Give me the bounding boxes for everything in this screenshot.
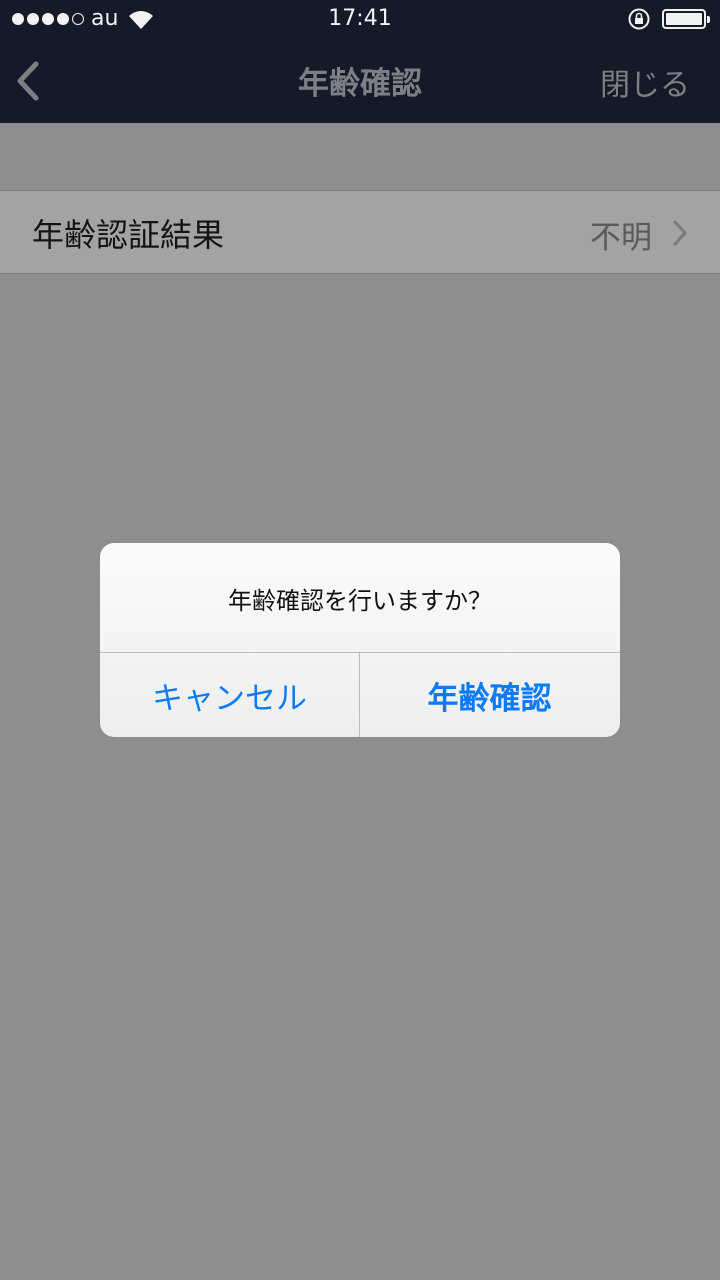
navigation-bar: 年齢確認 閉じる bbox=[0, 40, 720, 123]
confirm-age-verification-button[interactable]: 年齢確認 bbox=[360, 653, 619, 737]
row-label: 年齢認証結果 bbox=[32, 216, 225, 254]
rotation-lock-icon bbox=[628, 8, 650, 30]
clock: 17:41 bbox=[328, 6, 392, 31]
cancel-button[interactable]: キャンセル bbox=[100, 653, 359, 737]
dialog-message: 年齢確認を行いますか？ bbox=[228, 587, 492, 615]
age-verification-result-row[interactable]: 年齢認証結果 不明 bbox=[0, 190, 720, 274]
status-bar: au 17:41 bbox=[0, 0, 720, 40]
row-value: 不明 bbox=[590, 220, 652, 256]
chevron-right-icon bbox=[673, 220, 687, 246]
confirm-dialog: 年齢確認を行いますか？ キャンセル 年齢確認 bbox=[100, 543, 620, 737]
close-button[interactable]: 閉じる bbox=[600, 60, 690, 104]
battery-icon bbox=[662, 9, 710, 29]
